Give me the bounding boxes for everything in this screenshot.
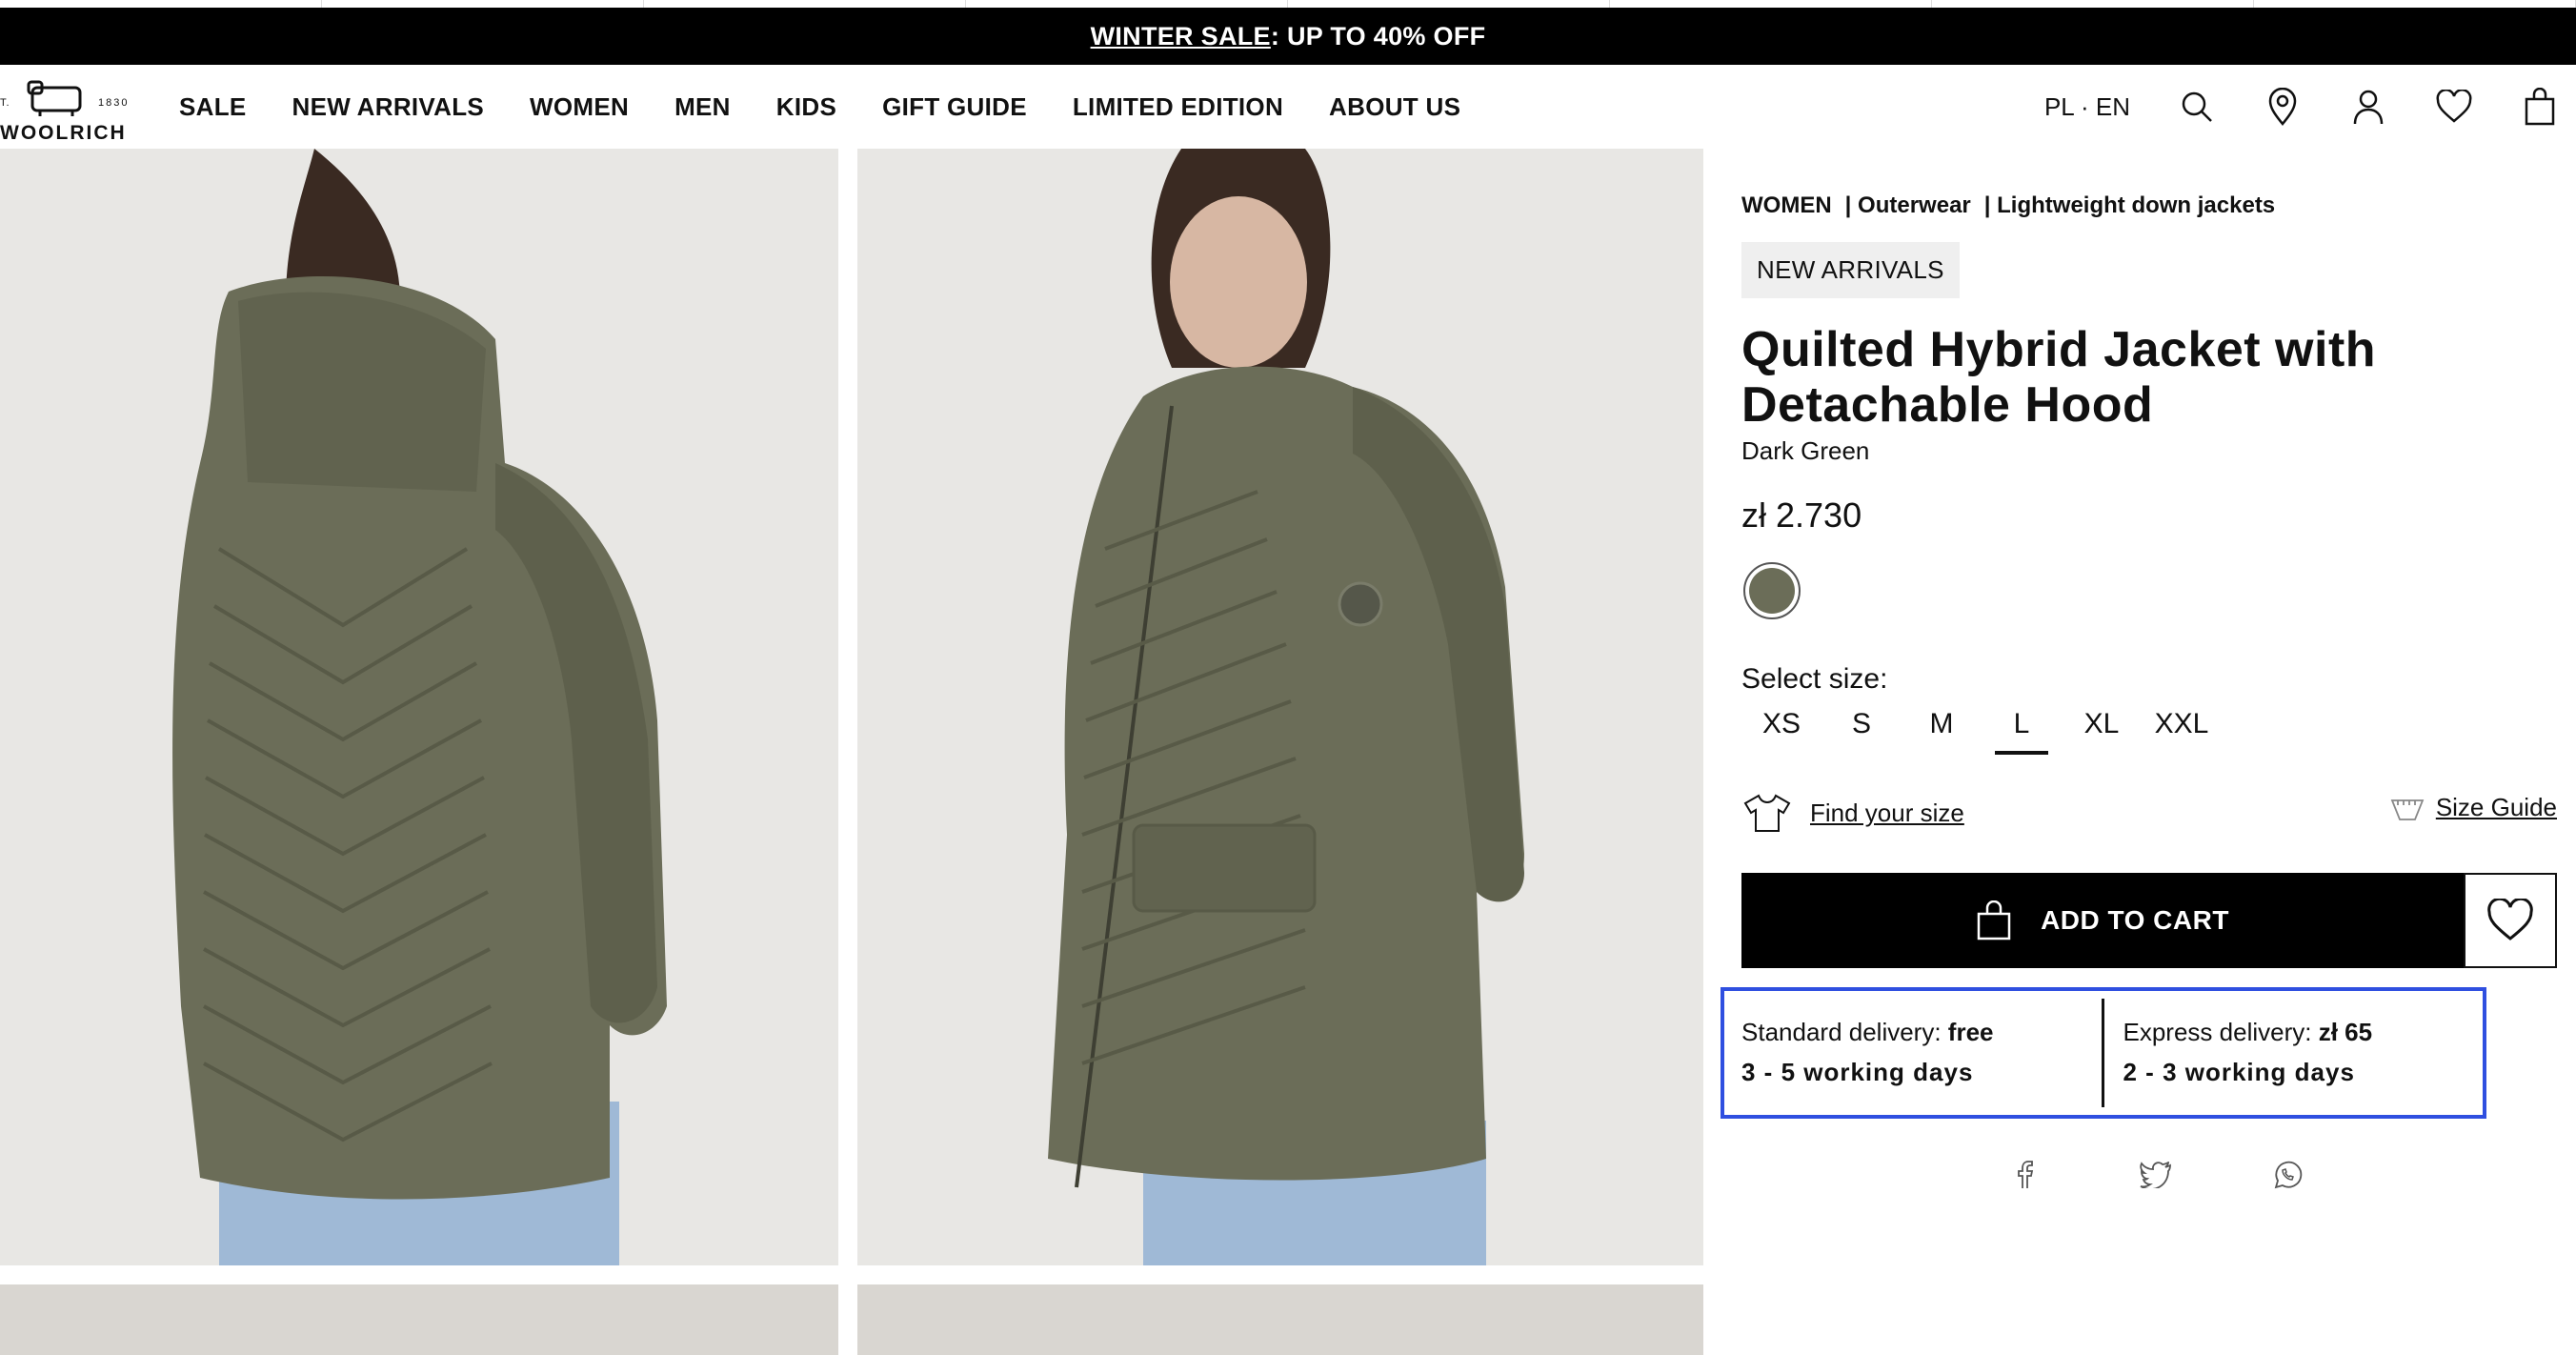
logo-year: 1830 [98, 97, 130, 109]
size-option-l[interactable]: L [1982, 703, 2062, 755]
share-links [2008, 1159, 2304, 1191]
express-delivery: Express delivery: zł 65 2 - 3 working da… [2101, 999, 2484, 1107]
main-nav: SALE NEW ARRIVALS WOMEN MEN KIDS GIFT GU… [179, 65, 1460, 149]
wishlist-icon[interactable] [2435, 88, 2473, 126]
size-option-xs[interactable]: XS [1741, 703, 1821, 755]
product-photo-side[interactable] [857, 149, 1703, 1265]
delivery-info: Standard delivery: free 3 - 5 working da… [1721, 987, 2486, 1119]
new-arrivals-badge: NEW ARRIVALS [1741, 242, 1960, 298]
sheep-icon [27, 80, 82, 116]
size-guide-text: Size Guide [2435, 793, 2557, 821]
site-header: T. 1830 WOOLRICH SALE NEW ARRIVALS WOMEN… [0, 65, 2576, 149]
find-your-size-text: Find your size [1810, 798, 1964, 827]
standard-delivery-price: free [1947, 1018, 1994, 1046]
nav-sale[interactable]: SALE [179, 92, 247, 122]
logo-est: T. [0, 97, 10, 109]
logo-wordmark: WOOLRICH [0, 122, 127, 144]
product-color: Dark Green [1741, 436, 1870, 465]
account-icon[interactable] [2349, 88, 2387, 126]
express-delivery-label: Express delivery: [2123, 1018, 2319, 1046]
breadcrumb-outerwear[interactable]: | Outerwear [1845, 192, 1971, 219]
select-size-label: Select size: [1741, 663, 1888, 695]
twitter-icon[interactable] [2140, 1159, 2172, 1191]
nav-men[interactable]: MEN [674, 92, 731, 122]
woolrich-logo[interactable]: T. 1830 WOOLRICH [0, 72, 138, 144]
product-photo-3[interactable] [0, 1284, 838, 1355]
facebook-icon[interactable] [2008, 1159, 2041, 1191]
product-photo-4[interactable] [857, 1284, 1703, 1355]
standard-delivery-days: 3 - 5 working days [1741, 1058, 1974, 1086]
nav-new-arrivals[interactable]: NEW ARRIVALS [292, 92, 484, 122]
store-locator-icon[interactable] [2264, 88, 2302, 126]
product-photo-back[interactable] [0, 149, 838, 1265]
find-your-size-link[interactable]: Find your size [1741, 793, 1964, 833]
product-panel: WOMEN | Outerwear | Lightweight down jac… [1721, 149, 2576, 1355]
standard-delivery-label: Standard delivery: [1741, 1018, 1948, 1046]
size-option-m[interactable]: M [1902, 703, 1982, 755]
product-title: Quilted Hybrid Jacket with Detachable Ho… [1741, 322, 2377, 433]
express-delivery-price: zł 65 [2318, 1018, 2373, 1046]
add-to-cart-label: ADD TO CART [2041, 905, 2229, 935]
bag-icon[interactable] [2521, 88, 2559, 126]
search-icon[interactable] [2178, 88, 2216, 126]
breadcrumb-women[interactable]: WOMEN [1741, 192, 1832, 219]
tshirt-icon [1743, 794, 1791, 832]
size-option-xl[interactable]: XL [2062, 703, 2142, 755]
size-guide-link[interactable]: Size Guide [2390, 793, 2557, 822]
nav-gift-guide[interactable]: GIFT GUIDE [882, 92, 1027, 122]
add-to-cart-button[interactable]: ADD TO CART [1741, 873, 2464, 968]
heart-icon [2487, 899, 2533, 940]
nav-women[interactable]: WOMEN [530, 92, 629, 122]
nav-limited-edition[interactable]: LIMITED EDITION [1073, 92, 1283, 122]
ruler-icon [2390, 799, 2425, 820]
promo-text: : UP TO 40% OFF [1270, 21, 1486, 51]
breadcrumb-lightweight-down-jackets[interactable]: | Lightweight down jackets [1984, 192, 2275, 219]
size-option-s[interactable]: S [1821, 703, 1902, 755]
color-swatch[interactable] [1743, 562, 1801, 619]
size-selector: XS S M L XL XXL [1741, 703, 2222, 755]
browser-strip [0, 0, 2576, 8]
winter-sale-link[interactable]: WINTER SALE [1091, 22, 1271, 51]
promo-banner: WINTER SALE : UP TO 40% OFF [0, 8, 2576, 65]
header-tools: PL · EN [2044, 65, 2576, 149]
nav-kids[interactable]: KIDS [776, 92, 836, 122]
size-option-xxl[interactable]: XXL [2142, 703, 2222, 755]
whatsapp-icon[interactable] [2271, 1159, 2304, 1191]
breadcrumb: WOMEN | Outerwear | Lightweight down jac… [1741, 192, 2275, 219]
nav-about-us[interactable]: ABOUT US [1329, 92, 1460, 122]
standard-delivery: Standard delivery: free 3 - 5 working da… [1724, 991, 2102, 1115]
language-switcher[interactable]: PL · EN [2044, 92, 2130, 122]
express-delivery-days: 2 - 3 working days [2123, 1058, 2355, 1086]
bag-icon [1977, 900, 2011, 940]
product-price: zł 2.730 [1741, 495, 1862, 535]
add-to-wishlist-button[interactable] [2464, 873, 2557, 968]
color-swatch-fill [1749, 568, 1795, 614]
